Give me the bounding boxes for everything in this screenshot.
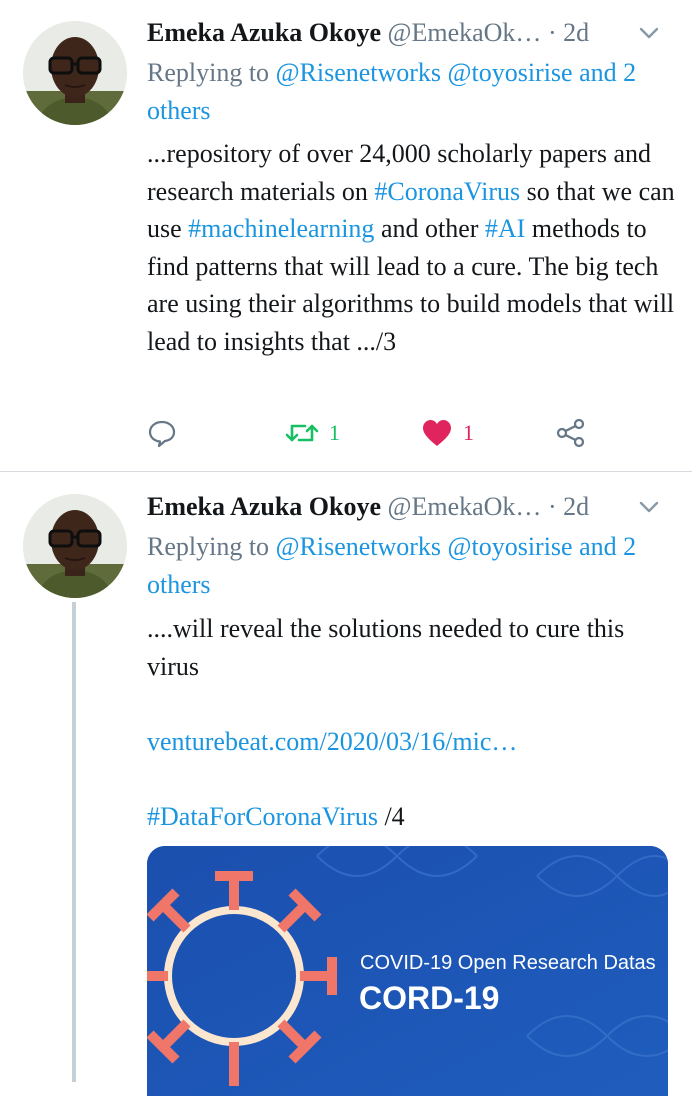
chevron-down-icon[interactable] <box>636 494 662 520</box>
tweet[interactable]: Emeka Azuka Okoye @EmekaOk… · 2d Replyin… <box>0 0 692 472</box>
reply-icon <box>148 420 176 448</box>
tweet[interactable]: Emeka Azuka Okoye @EmekaOk… · 2d Replyin… <box>0 472 692 1096</box>
tweet-text: ....will reveal the solutions needed to … <box>147 610 678 835</box>
hashtag-link[interactable]: #CoronaVirus <box>374 177 520 206</box>
author-handle[interactable]: @EmekaOk… <box>388 18 542 47</box>
url-link[interactable]: venturebeat.com/2020/03/16/mic… <box>147 723 678 761</box>
link-card[interactable]: COVID-19 Open Research Datas CORD-19 <box>147 846 668 1096</box>
tweet-actions: 1 1 <box>147 413 607 453</box>
separator-dot: · <box>547 18 557 47</box>
timestamp[interactable]: 2d <box>563 18 589 47</box>
tweet-header: Emeka Azuka Okoye @EmekaOk… · 2d <box>147 490 668 524</box>
avatar[interactable] <box>23 494 127 598</box>
replying-to: Replying to @Risenetworks @toyosirise an… <box>147 54 678 130</box>
text-segment: and other <box>374 214 485 243</box>
reply-button[interactable] <box>147 413 177 453</box>
hashtag-link[interactable]: #machinelearning <box>188 214 374 243</box>
separator-dot: · <box>547 492 557 521</box>
retweet-icon <box>285 424 319 442</box>
chevron-down-icon[interactable] <box>636 20 662 46</box>
heart-icon <box>423 420 451 446</box>
timestamp[interactable]: 2d <box>563 492 589 521</box>
hashtag-link[interactable]: #AI <box>485 214 525 243</box>
avatar[interactable] <box>23 21 127 125</box>
card-title: CORD-19 <box>359 980 500 1016</box>
thread-line <box>72 602 76 1082</box>
retweet-count: 1 <box>329 420 340 445</box>
tweet-text: ...repository of over 24,000 scholarly p… <box>147 135 678 360</box>
author-name[interactable]: Emeka Azuka Okoye <box>147 492 381 521</box>
replying-prefix: Replying to <box>147 532 270 561</box>
like-button[interactable]: 1 <box>421 413 474 453</box>
hashtag-link[interactable]: #DataForCoronaVirus <box>147 802 378 831</box>
thread-number: /4 <box>377 801 405 831</box>
author-handle[interactable]: @EmekaOk… <box>388 492 542 521</box>
tweet-header: Emeka Azuka Okoye @EmekaOk… · 2d <box>147 16 668 50</box>
retweet-button[interactable]: 1 <box>285 413 340 453</box>
like-count: 1 <box>463 420 474 445</box>
replying-prefix: Replying to <box>147 58 270 87</box>
replying-to: Replying to @Risenetworks @toyosirise an… <box>147 528 678 604</box>
share-button[interactable] <box>555 413 587 453</box>
card-subtitle: COVID-19 Open Research Datas <box>360 952 656 974</box>
text-line: ....will reveal the solutions needed to … <box>147 614 625 681</box>
author-name[interactable]: Emeka Azuka Okoye <box>147 18 381 47</box>
share-icon <box>556 418 585 448</box>
